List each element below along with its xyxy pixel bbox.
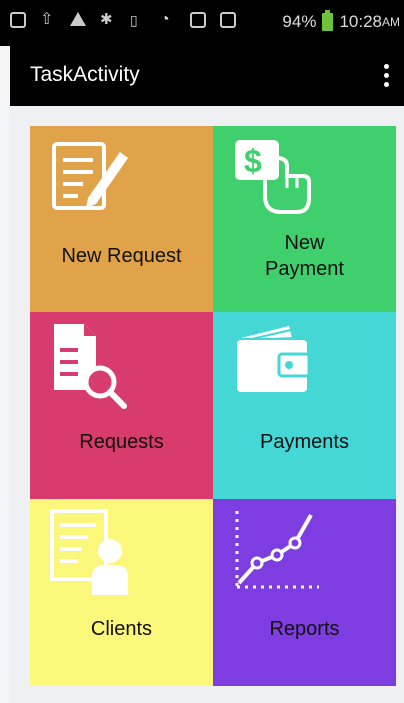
app-bar: TaskActivity	[10, 46, 404, 106]
clock-ampm: AM	[382, 15, 400, 29]
clock: 10:28	[339, 12, 382, 31]
tile-label: Clients	[90, 618, 153, 640]
battery-percent: 94%	[282, 12, 317, 31]
line-chart-icon	[235, 511, 319, 589]
svg-text:$: $	[244, 143, 262, 179]
tile-label-line1: New	[284, 232, 325, 254]
tile-clients[interactable]: Clients	[30, 499, 213, 686]
tile-label: Reports	[269, 618, 340, 640]
tile-new-payment[interactable]: $ New Payment	[213, 126, 396, 312]
client-profile-icon	[50, 509, 128, 595]
status-right: 94% 10:28 AM	[282, 10, 400, 32]
tile-label: Requests	[79, 431, 164, 453]
dollar-touch-icon: $	[235, 140, 311, 214]
bluetooth-icon: ✱	[100, 11, 113, 28]
tile-label: New Request	[61, 245, 182, 267]
more-vert-icon[interactable]	[384, 64, 390, 88]
sim-icon	[190, 12, 206, 28]
tile-label-line2: Payment	[265, 258, 344, 280]
wifi-icon: ◔	[160, 11, 170, 28]
notification-icon	[10, 12, 26, 28]
search-document-icon	[54, 324, 127, 409]
tile-reports[interactable]: Reports	[213, 499, 396, 686]
upload-icon: ⇧	[40, 11, 54, 28]
status-bar: ⇧ ✱ ▯ ◔ 94% 10:28 AM	[0, 0, 404, 46]
dashboard-grid: New Request $ New Payment Requests Payme…	[30, 126, 396, 686]
tile-label: New Payment	[213, 230, 396, 282]
vibrate-icon: ▯	[130, 12, 138, 28]
tile-payments[interactable]: Payments	[213, 312, 396, 499]
warning-icon	[70, 12, 86, 26]
wallet-icon	[237, 326, 311, 392]
tile-requests[interactable]: Requests	[30, 312, 213, 499]
status-icons: ⇧ ✱ ▯ ◔	[10, 12, 236, 28]
tile-label: Payments	[260, 431, 349, 453]
sim2-icon	[220, 12, 236, 28]
edit-document-icon	[52, 142, 128, 210]
tile-new-request[interactable]: New Request	[30, 126, 213, 312]
app-title: TaskActivity	[30, 63, 140, 86]
battery-icon	[322, 10, 334, 31]
